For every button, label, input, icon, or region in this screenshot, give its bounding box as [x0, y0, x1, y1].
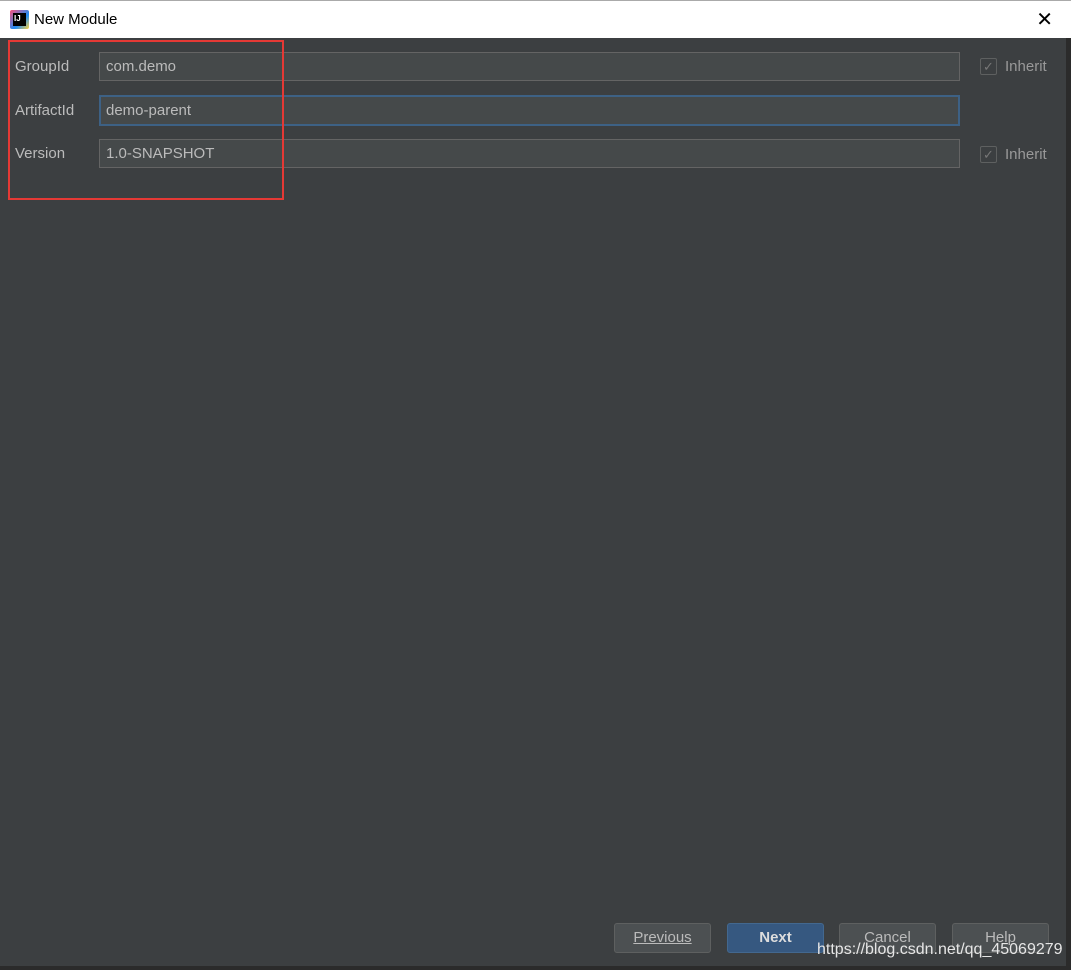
intellij-logo-icon: IJ: [10, 10, 29, 29]
next-button[interactable]: Next: [727, 923, 824, 953]
close-icon[interactable]: ✕: [1036, 7, 1053, 32]
background-window: [1066, 38, 1071, 970]
title-bar: IJ New Module ✕: [0, 0, 1071, 38]
window-title: New Module: [34, 11, 118, 28]
checkbox-check-icon: ✓: [980, 146, 997, 163]
watermark: https://blog.csdn.net/qq_45069279: [817, 941, 1063, 958]
highlight-box: [8, 40, 284, 200]
groupid-inherit-checkbox[interactable]: ✓ Inherit: [980, 58, 1047, 75]
version-inherit-checkbox[interactable]: ✓ Inherit: [980, 146, 1047, 163]
checkbox-check-icon: ✓: [980, 58, 997, 75]
previous-button[interactable]: Previous: [614, 923, 711, 953]
